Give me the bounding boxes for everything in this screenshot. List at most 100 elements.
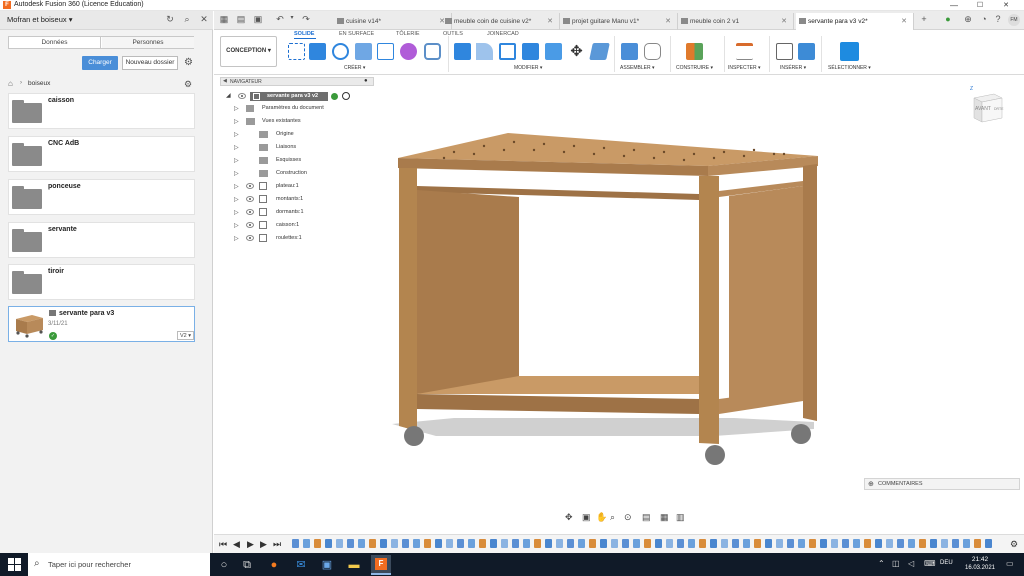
navigator-header[interactable]: ◀ NAVIGATEUR ●	[220, 77, 374, 86]
group-construire[interactable]: CONSTRUIRE ▾	[676, 65, 713, 71]
timeline-feature[interactable]	[380, 539, 387, 548]
timeline-feature[interactable]	[787, 539, 794, 548]
project-settings-icon[interactable]: ⚙	[184, 79, 192, 90]
folder-item[interactable]: caisson	[8, 93, 195, 129]
timeline-feature[interactable]	[864, 539, 871, 548]
zoom-icon[interactable]: ⌕	[610, 512, 615, 523]
create-form-icon[interactable]	[400, 43, 417, 60]
notification-center-icon[interactable]: ▭	[1006, 559, 1014, 568]
timeline-feature[interactable]	[523, 539, 530, 548]
hole-icon[interactable]	[355, 43, 372, 60]
close-tab-icon[interactable]: ✕	[665, 13, 671, 30]
insert-derive-icon[interactable]	[776, 43, 793, 60]
timeline-feature[interactable]	[941, 539, 948, 548]
expand-icon[interactable]: ▷	[234, 196, 239, 203]
fit-icon[interactable]: ⊙	[624, 512, 632, 523]
viewcube[interactable]: AVANT DRTE Z	[968, 86, 1008, 126]
expand-icon[interactable]: ▷	[234, 209, 239, 216]
timeline-feature[interactable]	[688, 539, 695, 548]
timeline-feature[interactable]	[457, 539, 464, 548]
visibility-eye-icon[interactable]	[246, 183, 254, 189]
timeline-feature[interactable]	[699, 539, 706, 548]
folder-item[interactable]: servante	[8, 222, 195, 258]
tab-donnees[interactable]: Données	[9, 37, 101, 48]
refresh-icon[interactable]: ↻	[164, 14, 176, 25]
design-item[interactable]: servante para v3 3/11/21 ✓ V2 ▾	[8, 306, 195, 342]
revolve-icon[interactable]	[332, 43, 349, 60]
comments-panel[interactable]: ⊕ COMMENTAIRES	[864, 478, 1020, 490]
tab-outils[interactable]: OUTILS	[443, 31, 463, 37]
grid-settings-icon[interactable]: ▦	[660, 512, 669, 523]
timeline-feature[interactable]	[358, 539, 365, 548]
new-component-icon[interactable]	[621, 43, 638, 60]
collapse-arrow-icon[interactable]: ◀	[223, 78, 227, 84]
visibility-eye-icon[interactable]	[246, 196, 254, 202]
new-folder-button[interactable]: Nouveau dossier	[122, 56, 178, 70]
activate-radio[interactable]	[342, 92, 350, 100]
undo-dropdown-icon[interactable]: ▾	[286, 14, 298, 21]
taskbar-fusion-app[interactable]: F	[371, 555, 391, 575]
expand-icon[interactable]: ▷	[234, 144, 239, 151]
visibility-eye-icon[interactable]	[246, 235, 254, 241]
nav-item-montants[interactable]: ▷ montants:1	[224, 194, 374, 206]
timeline-feature[interactable]	[468, 539, 475, 548]
mail-icon[interactable]: ✉	[292, 556, 310, 574]
nav-item-parametres[interactable]: ▷ Paramètres du document	[224, 103, 374, 115]
timeline-feature[interactable]	[589, 539, 596, 548]
file-menu-icon[interactable]: ▤	[235, 14, 247, 25]
timeline-feature[interactable]	[512, 539, 519, 548]
avatar[interactable]: FM	[1008, 14, 1020, 26]
tray-chevron-icon[interactable]: ⌃	[878, 559, 885, 568]
group-assembler[interactable]: ASSEMBLER ▾	[620, 65, 654, 71]
keyboard-icon[interactable]: ⌨	[924, 559, 936, 568]
expand-icon[interactable]: ▷	[234, 235, 239, 242]
split-body-icon[interactable]	[545, 43, 562, 60]
nav-item-liaisons[interactable]: ▷ Liaisons	[224, 142, 374, 154]
timeline-feature[interactable]	[666, 539, 673, 548]
timeline-feature[interactable]	[424, 539, 431, 548]
expand-icon[interactable]: ▷	[234, 118, 239, 125]
task-view-icon[interactable]: ⧉	[238, 556, 256, 574]
shell-icon[interactable]	[499, 43, 516, 60]
extensions-icon[interactable]: ⊕	[962, 14, 974, 25]
expand-icon[interactable]: ▷	[234, 131, 239, 138]
timeline-feature[interactable]	[886, 539, 893, 548]
timeline-feature[interactable]	[479, 539, 486, 548]
timeline-feature[interactable]	[908, 539, 915, 548]
timeline-settings-icon[interactable]: ⚙	[1010, 539, 1018, 550]
search-icon[interactable]: ⌕	[181, 14, 193, 25]
group-modifier[interactable]: MODIFIER ▾	[514, 65, 542, 71]
group-inserer[interactable]: INSÉRER ▾	[780, 65, 806, 71]
nav-item-esquisses[interactable]: ▷ Esquisses	[224, 155, 374, 167]
tab-document[interactable]: meuble coin de cuisine v2* ✕	[442, 13, 560, 30]
timeline-feature[interactable]	[369, 539, 376, 548]
tab-joinercad[interactable]: JOINERCAD	[487, 31, 519, 37]
group-selectionner[interactable]: SÉLECTIONNER ▾	[828, 65, 871, 71]
timeline-feature[interactable]	[798, 539, 805, 548]
navigator-pin-icon[interactable]: ●	[364, 78, 368, 84]
team-selector[interactable]: Mofran et boiseux ▾	[7, 15, 72, 24]
timeline-feature[interactable]	[974, 539, 981, 548]
rectangular-pattern-icon[interactable]	[377, 43, 394, 60]
timeline-start-icon[interactable]: ⏮	[219, 539, 227, 550]
minimize-button[interactable]: —	[944, 0, 964, 11]
timeline-feature[interactable]	[875, 539, 882, 548]
timeline-feature[interactable]	[303, 539, 310, 548]
viewports-icon[interactable]: ▥	[676, 512, 685, 523]
offset-plane-icon[interactable]	[686, 43, 703, 60]
orbit-icon[interactable]: ✥	[565, 512, 573, 523]
visibility-eye-icon[interactable]	[238, 93, 246, 99]
timeline-feature[interactable]	[776, 539, 783, 548]
timeline-feature[interactable]	[402, 539, 409, 548]
timeline-feature[interactable]	[391, 539, 398, 548]
timeline-feature[interactable]	[567, 539, 574, 548]
timeline-feature[interactable]	[413, 539, 420, 548]
upload-button[interactable]: Charger	[82, 56, 118, 70]
expand-icon[interactable]: ▷	[234, 157, 239, 164]
timeline-feature[interactable]	[732, 539, 739, 548]
save-icon[interactable]: ▣	[252, 14, 264, 25]
timeline-play-icon[interactable]: ▶	[247, 539, 254, 550]
timeline-feature[interactable]	[677, 539, 684, 548]
nav-item-plateau[interactable]: ▷ plateau:1	[224, 181, 374, 193]
redo-icon[interactable]: ↷	[300, 14, 312, 25]
